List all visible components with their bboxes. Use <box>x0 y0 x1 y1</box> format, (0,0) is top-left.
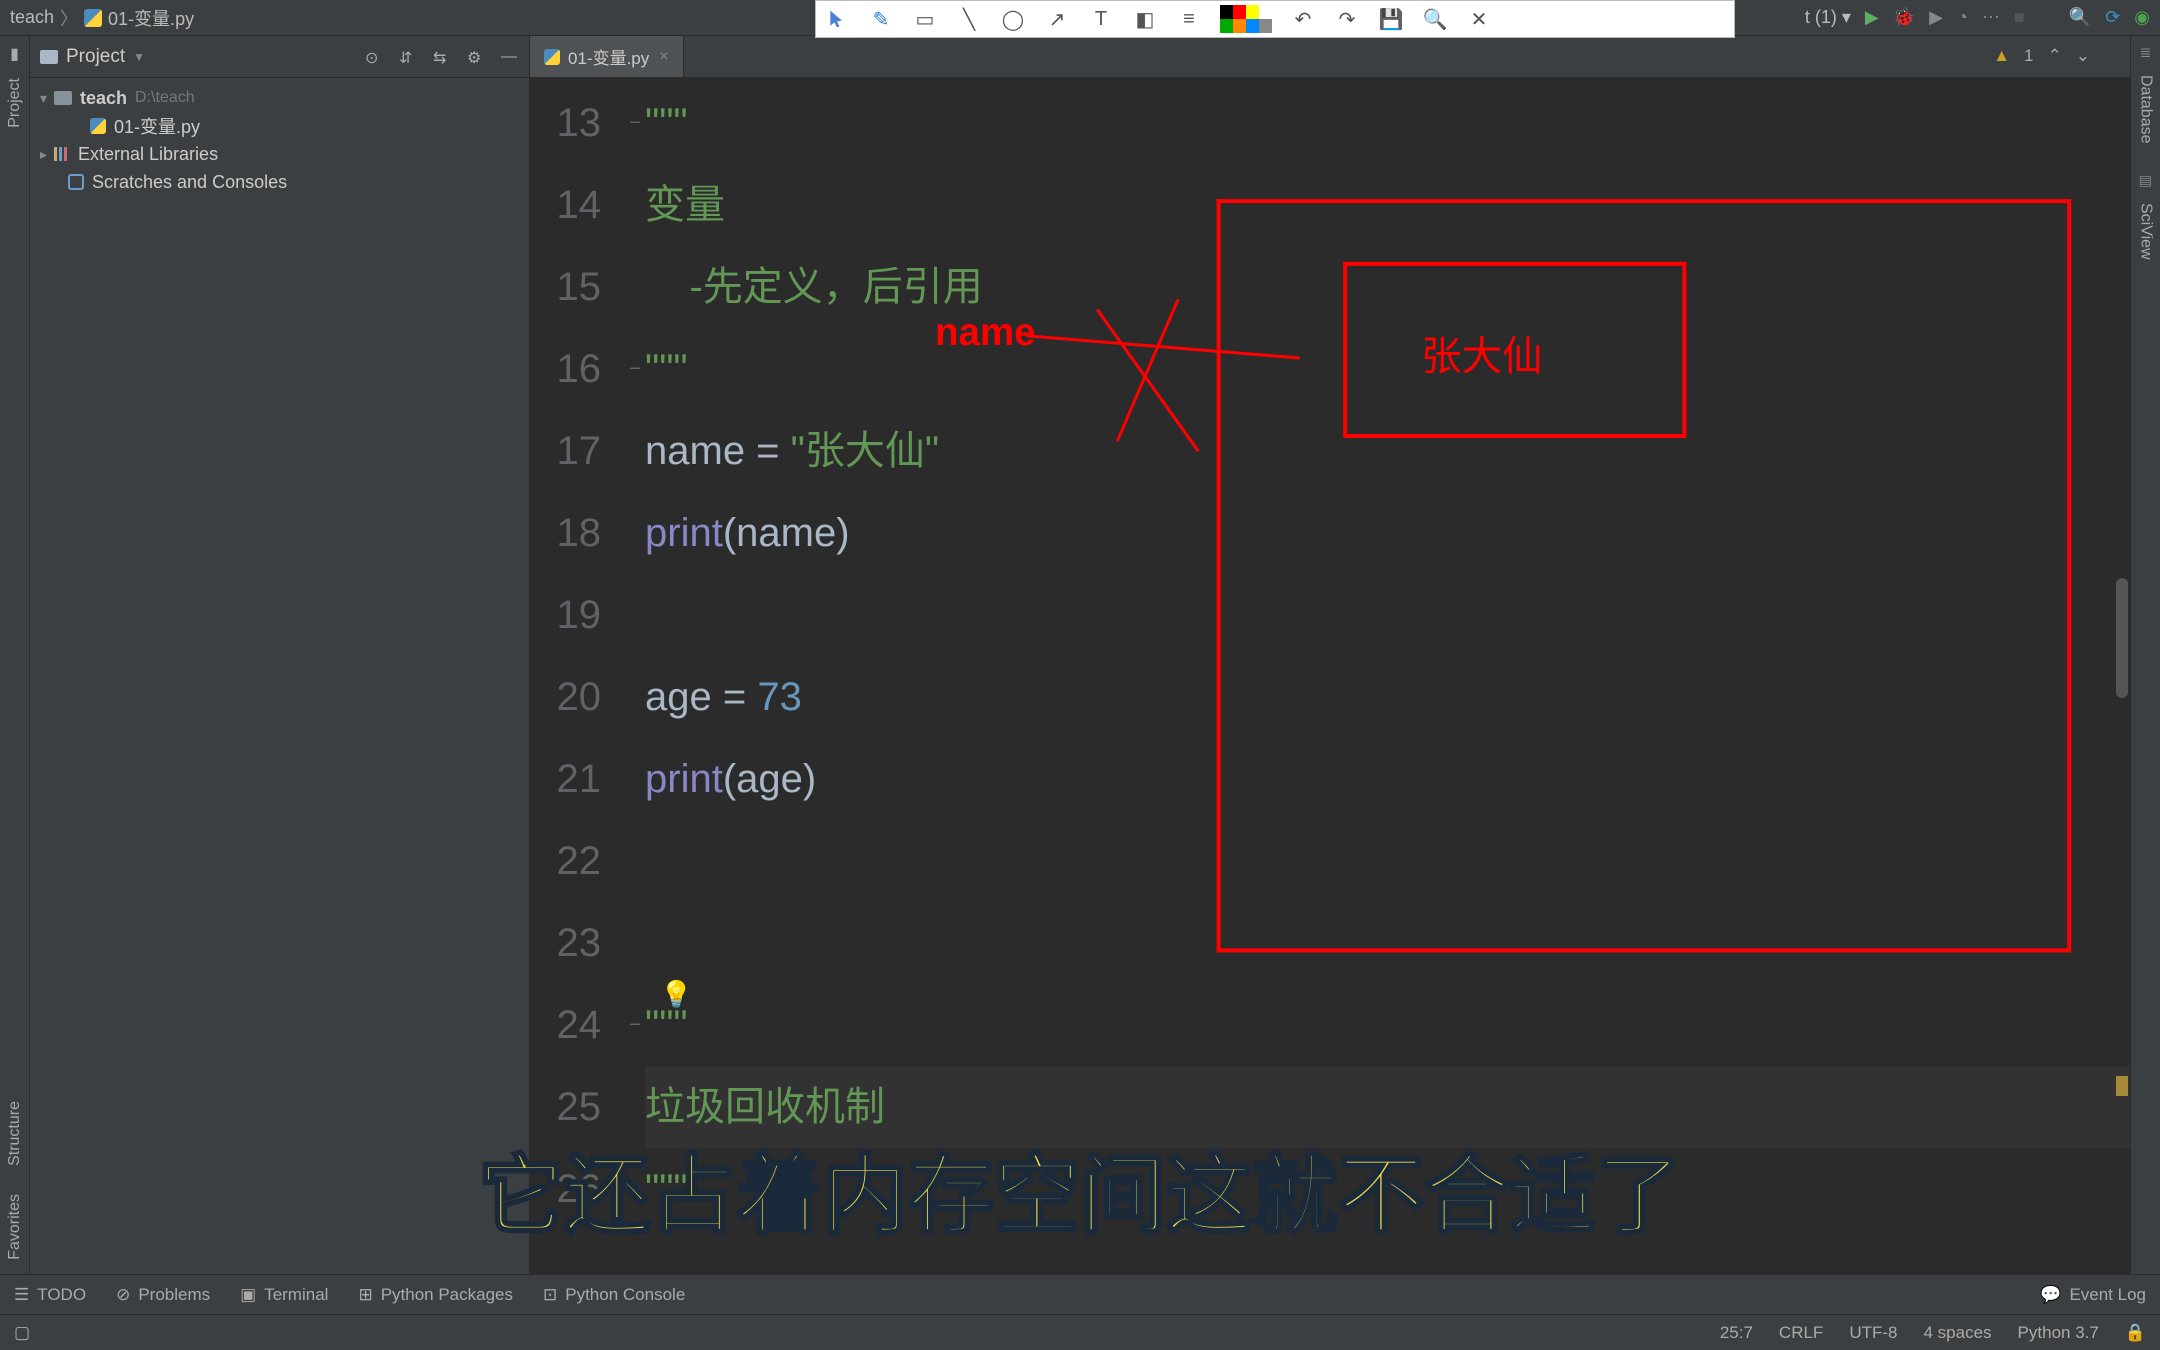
editor-tabs: 01-变量.py × <box>530 36 2130 78</box>
line-tool-icon[interactable]: ╲ <box>956 6 982 32</box>
run-with-coverage-icon[interactable]: ▶ <box>1929 7 1943 28</box>
status-indent[interactable]: 4 spaces <box>1924 1323 1992 1343</box>
stroke-width-icon[interactable]: ≡ <box>1176 6 1202 32</box>
terminal-icon: ▣ <box>240 1285 256 1305</box>
settings-gear-icon[interactable]: ⚙ <box>467 48 485 66</box>
editor: 01-变量.py × ▲ 1 ⌃ ⌄ 131415161718192021222… <box>530 36 2130 1274</box>
project-panel: Project ▼ ⊙ ⇵ ⇆ ⚙ — ▾ teach D:\teach 01-… <box>30 36 530 1274</box>
pen-tool-icon[interactable]: ✎ <box>868 6 894 32</box>
run-icon[interactable]: ▶ <box>1865 7 1879 28</box>
bottom-tool-bar: ☰TODO ⊘Problems ▣Terminal ⊞Python Packag… <box>0 1274 2160 1314</box>
lock-icon[interactable]: 🔒 <box>2125 1323 2146 1343</box>
video-subtitle: 它还占着内存空间这就不合适了 <box>0 1125 2160 1250</box>
fold-column[interactable]: −−−− <box>625 78 645 1274</box>
project-tool-folder-icon[interactable]: ▮ <box>10 44 19 64</box>
warning-icon: ▲ <box>1993 46 2010 66</box>
chevron-right-icon[interactable]: ▸ <box>40 146 54 163</box>
project-tool-button[interactable]: Project <box>6 78 24 128</box>
event-log-icon: 💬 <box>2040 1285 2061 1305</box>
arrow-tool-icon[interactable]: ↗ <box>1044 6 1070 32</box>
profile-icon[interactable]: ◔ <box>1957 7 1968 28</box>
annotation-toolbar[interactable]: ✎ ▭ ╲ ◯ ↗ T ◧ ≡ ↶ ↷ 💾 🔍 ✕ <box>815 0 1735 38</box>
code-content[interactable]: """变量 -先定义，后引用"""name = "张大仙"print(name)… <box>645 78 2130 1274</box>
breadcrumb-file[interactable]: 01-变量.py <box>108 5 194 31</box>
todo-icon: ☰ <box>14 1285 29 1305</box>
run-config-selector[interactable]: t (1) ▾ <box>1805 7 1851 28</box>
terminal-tool-button[interactable]: ▣Terminal <box>240 1285 328 1305</box>
right-tool-strip: ≣ Database ▤ SciView <box>2130 36 2160 1274</box>
code-area[interactable]: 1314151617181920212223242526 −−−− """变量 … <box>530 78 2130 1274</box>
database-tool-button[interactable]: Database <box>2137 75 2155 144</box>
tab-label: 01-变量.py <box>568 44 649 69</box>
chevron-down-icon[interactable]: ⌄ <box>2076 46 2090 66</box>
console-icon: ⊡ <box>543 1285 557 1305</box>
intention-bulb-icon[interactable]: 💡 <box>660 979 692 1010</box>
folder-icon <box>54 91 72 105</box>
problems-tool-button[interactable]: ⊘Problems <box>116 1285 210 1305</box>
scrollbar-thumb[interactable] <box>2116 578 2128 698</box>
python-file-icon <box>84 9 102 27</box>
expand-all-icon[interactable]: ⇵ <box>399 48 417 66</box>
tree-scratches[interactable]: Scratches and Consoles <box>30 168 529 196</box>
eraser-tool-icon[interactable]: ◧ <box>1132 6 1158 32</box>
problems-icon: ⊘ <box>116 1285 130 1305</box>
close-tab-icon[interactable]: × <box>659 48 668 66</box>
chevron-down-icon[interactable]: ▼ <box>133 50 145 64</box>
status-bar: ▢ 25:7 CRLF UTF-8 4 spaces Python 3.7 🔒 <box>0 1314 2160 1350</box>
library-icon <box>54 147 70 161</box>
line-gutter: 1314151617181920212223242526 <box>530 78 625 1274</box>
packages-tool-button[interactable]: ⊞Python Packages <box>358 1285 513 1305</box>
database-tool-icon[interactable]: ≣ <box>2140 44 2152 61</box>
chevron-right-icon: 〉 <box>60 5 78 31</box>
chevron-down-icon[interactable]: ▾ <box>40 90 54 107</box>
folder-icon <box>40 50 58 64</box>
event-log-button[interactable]: 💬Event Log <box>2040 1285 2146 1305</box>
todo-tool-button[interactable]: ☰TODO <box>14 1285 86 1305</box>
rect-tool-icon[interactable]: ▭ <box>912 6 938 32</box>
warning-count: 1 <box>2024 46 2033 66</box>
python-console-tool-button[interactable]: ⊡Python Console <box>543 1285 685 1305</box>
status-encoding[interactable]: UTF-8 <box>1849 1323 1897 1343</box>
sciview-tool-icon[interactable]: ▤ <box>2139 172 2152 189</box>
attach-icon[interactable]: ⋯ <box>1982 7 2000 28</box>
collapse-all-icon[interactable]: ⇆ <box>433 48 451 66</box>
hide-panel-icon[interactable]: — <box>501 48 519 66</box>
tree-external-libs[interactable]: ▸ External Libraries <box>30 140 529 168</box>
breadcrumb-project[interactable]: teach <box>10 7 54 28</box>
left-tool-strip: ▮ Project Structure Favorites <box>0 36 30 1274</box>
undo-icon[interactable]: ↶ <box>1290 6 1316 32</box>
chevron-up-icon[interactable]: ⌃ <box>2048 46 2062 66</box>
redo-icon[interactable]: ↷ <box>1334 6 1360 32</box>
python-file-icon <box>90 118 106 134</box>
scratches-icon <box>68 174 84 190</box>
inspections-widget[interactable]: ▲ 1 ⌃ ⌄ <box>1993 46 2090 66</box>
update-icon[interactable]: ⟳ <box>2105 7 2120 28</box>
tool-window-quick-access-icon[interactable]: ▢ <box>14 1323 30 1343</box>
packages-icon: ⊞ <box>358 1285 372 1305</box>
status-interpreter[interactable]: Python 3.7 <box>2018 1323 2099 1343</box>
project-tree[interactable]: ▾ teach D:\teach 01-变量.py ▸ External Lib… <box>30 78 529 202</box>
search-everywhere-icon[interactable]: 🔍 <box>2069 7 2091 28</box>
sciview-tool-button[interactable]: SciView <box>2137 203 2155 260</box>
cursor-tool-icon[interactable] <box>824 6 850 32</box>
python-file-icon <box>544 49 560 65</box>
status-position[interactable]: 25:7 <box>1720 1323 1753 1343</box>
select-opened-file-icon[interactable]: ⊙ <box>365 48 383 66</box>
tree-file[interactable]: 01-变量.py <box>30 112 529 140</box>
circle-tool-icon[interactable]: ◯ <box>1000 6 1026 32</box>
project-panel-header: Project ▼ ⊙ ⇵ ⇆ ⚙ — <box>30 36 529 78</box>
scrollbar-marker <box>2116 1076 2128 1096</box>
save-icon[interactable]: 💾 <box>1378 6 1404 32</box>
editor-tab[interactable]: 01-变量.py × <box>530 36 684 77</box>
status-line-separator[interactable]: CRLF <box>1779 1323 1823 1343</box>
color-palette[interactable] <box>1220 5 1272 33</box>
stop-icon[interactable]: ■ <box>2014 7 2025 28</box>
project-view-title[interactable]: Project <box>66 46 125 68</box>
tree-root[interactable]: ▾ teach D:\teach <box>30 84 529 112</box>
debug-icon[interactable]: 🐞 <box>1893 7 1915 28</box>
text-tool-icon[interactable]: T <box>1088 6 1114 32</box>
zoom-icon[interactable]: 🔍 <box>1422 6 1448 32</box>
ide-settings-icon[interactable]: ◉ <box>2134 7 2150 28</box>
close-icon[interactable]: ✕ <box>1466 6 1492 32</box>
